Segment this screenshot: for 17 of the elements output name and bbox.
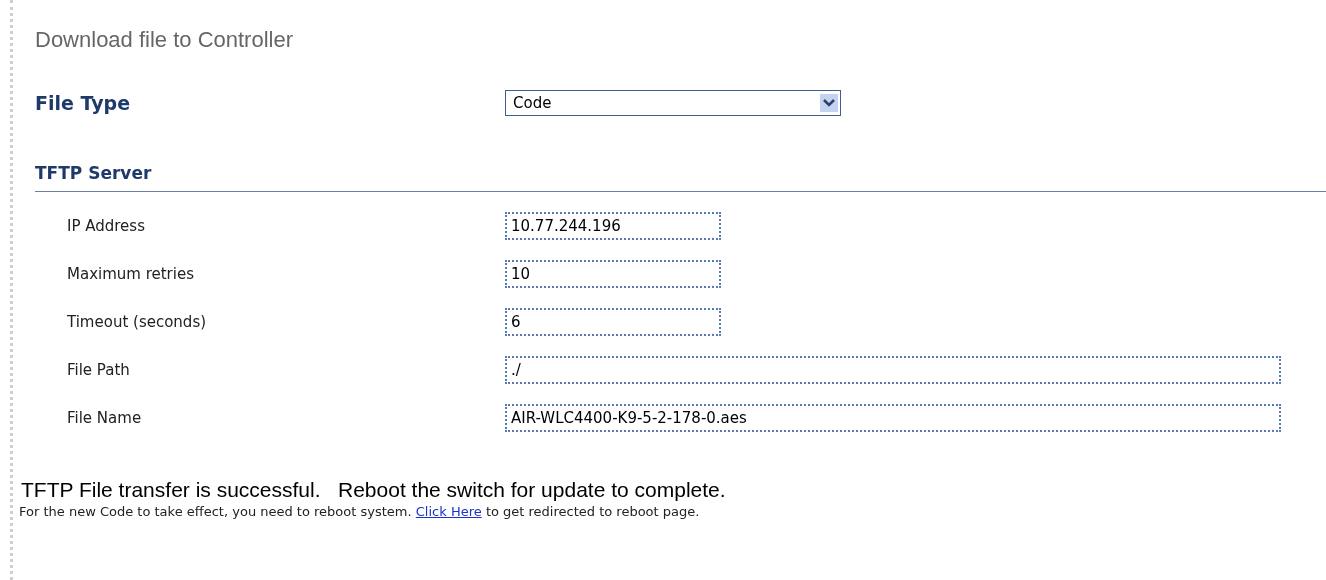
field-label: IP Address bbox=[66, 215, 146, 237]
file-type-select[interactable]: Code bbox=[505, 90, 841, 116]
page-title: Download file to Controller bbox=[35, 26, 295, 54]
reboot-link[interactable]: Click Here bbox=[415, 504, 482, 519]
text-input[interactable]: 6 bbox=[505, 308, 721, 336]
section-title: TFTP Server bbox=[35, 162, 153, 184]
field-label: File Path bbox=[66, 359, 131, 381]
text-input[interactable]: ./ bbox=[505, 356, 1281, 384]
text-input[interactable]: AIR-WLC4400-K9-5-2-178-0.aes bbox=[505, 404, 1281, 432]
status-note: For the new Code to take effect, you need to reboot system. Click Here to get redirected to reboot page. bbox=[19, 503, 701, 521]
file-type-label: File Type bbox=[35, 90, 132, 116]
text-input[interactable]: 10.77.244.196 bbox=[505, 212, 721, 240]
field-label: File Name bbox=[66, 407, 143, 429]
status-message: TFTP File transfer is successful. Reboot the switch for update to complete. bbox=[21, 477, 727, 503]
field-label: Timeout (seconds) bbox=[66, 311, 208, 333]
field-label: Maximum retries bbox=[66, 263, 195, 285]
text-input[interactable]: 10 bbox=[505, 260, 721, 288]
